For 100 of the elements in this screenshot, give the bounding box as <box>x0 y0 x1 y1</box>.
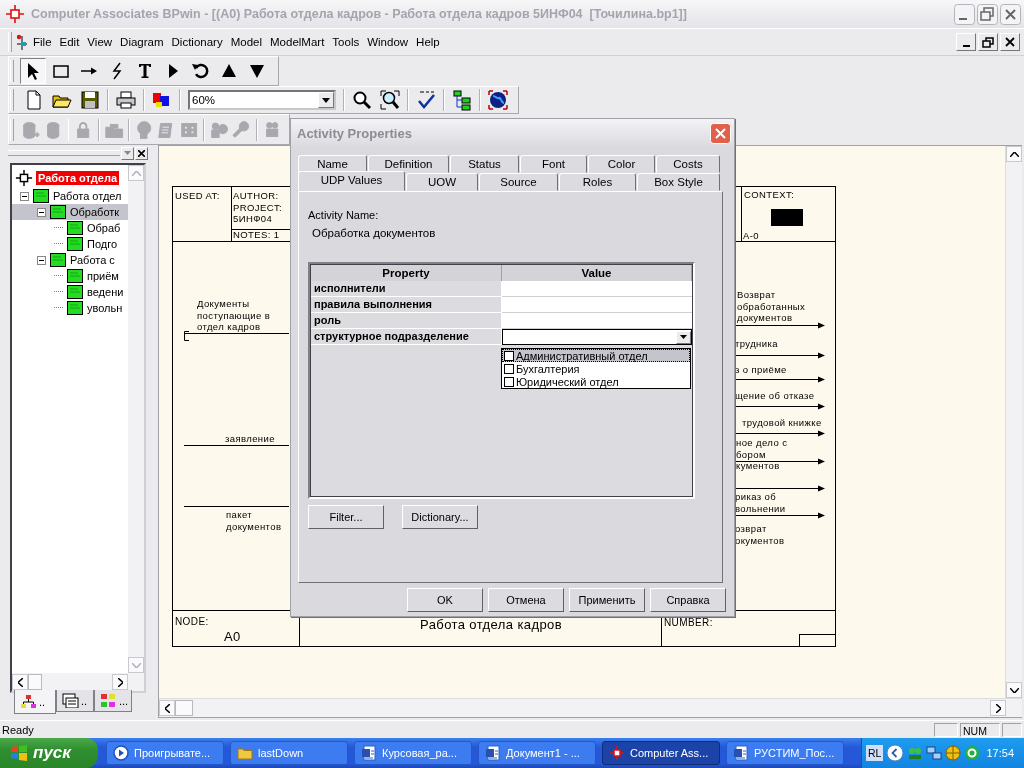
horizontal-scrollbar[interactable] <box>159 698 1022 717</box>
collapse-icon[interactable] <box>20 191 29 201</box>
scroll-thumb[interactable] <box>28 674 42 690</box>
arrow-label: пакет <box>226 509 252 520</box>
window-title: Computer Associates BPwin - [(A0) Работа отдела кадров - Работа отдела кадров 5ИНФ04 [Точилина.bp1]] <box>31 7 688 21</box>
menu-item[interactable]: Dictionary <box>167 34 227 50</box>
arrow-label: вольнении <box>735 502 786 514</box>
dropdown-option[interactable]: Юридический отдел <box>502 375 690 388</box>
zoom-combo[interactable]: 60% <box>188 90 336 110</box>
tab[interactable]: Box Style <box>637 173 720 191</box>
dialog-button[interactable]: Filter... <box>308 505 384 529</box>
restore-icon <box>982 36 994 48</box>
value-field[interactable] <box>502 313 692 329</box>
activity-box-icon <box>67 221 83 235</box>
printer-icon[interactable] <box>114 88 138 112</box>
taskbar-button[interactable]: Документ1 - ... <box>478 741 596 765</box>
tab[interactable]: UDP Values <box>298 171 405 191</box>
tree-item[interactable]: увольн <box>12 300 128 316</box>
app-menu-icon[interactable] <box>15 33 29 51</box>
tree-view-icon[interactable] <box>450 88 474 112</box>
dropdown-arrow-icon[interactable] <box>322 97 330 103</box>
menu-item[interactable]: Tools <box>328 34 364 50</box>
field-label: Activity Name: <box>308 209 380 221</box>
tab[interactable]: Roles <box>559 173 636 191</box>
menu-item[interactable]: Help <box>412 34 444 50</box>
dialog-button[interactable]: Справка <box>650 588 726 612</box>
taskbar-button[interactable]: Проигрывате... <box>106 741 224 765</box>
checkbox[interactable] <box>504 376 514 387</box>
tree-item[interactable]: Работа отдел <box>12 188 128 204</box>
start-button[interactable]: пуск <box>0 738 98 768</box>
status-pane <box>934 722 958 737</box>
vertical-scrollbar[interactable] <box>1005 146 1022 698</box>
dropdown-option[interactable]: Административный отдел <box>502 349 690 362</box>
scroll-thumb[interactable] <box>175 700 193 716</box>
dialog-button[interactable]: Отмена <box>488 588 564 612</box>
horizontal-scrollbar[interactable] <box>12 673 144 691</box>
tree-item[interactable]: Обраб <box>12 220 128 236</box>
menu-item[interactable]: View <box>83 34 117 50</box>
globe-icon[interactable] <box>486 88 510 112</box>
panel-tab[interactable]: .. <box>14 690 56 714</box>
taskbar-button[interactable]: Курсовая_ра... <box>354 741 472 765</box>
scroll-down-icon <box>1009 687 1019 693</box>
scroll-left-icon <box>17 677 23 687</box>
collapse-icon[interactable] <box>37 207 46 217</box>
tree-item[interactable]: Работа с <box>12 252 128 268</box>
scroll-down-icon <box>131 662 141 668</box>
network-icon[interactable] <box>926 745 943 761</box>
diagram-root-icon <box>15 169 33 187</box>
tree-item[interactable]: приём <box>12 268 128 284</box>
activity-box-icon <box>67 285 83 299</box>
property-cell: структурное подразделение <box>311 329 502 345</box>
dropdown-arrow-icon[interactable] <box>680 335 687 339</box>
menu-item[interactable]: Edit <box>55 34 84 50</box>
taskbar-button[interactable]: lastDown <box>230 741 348 765</box>
dropdown-option[interactable]: Бухгалтерия <box>502 362 690 375</box>
value-field[interactable] <box>502 281 692 297</box>
menu-item[interactable]: Model <box>226 34 266 50</box>
tab[interactable]: Costs <box>656 155 720 173</box>
menu-item[interactable]: File <box>29 34 56 50</box>
dropdown-button[interactable] <box>121 146 134 160</box>
property-cell: исполнители <box>311 281 502 297</box>
dialog-button[interactable]: Применить <box>569 588 645 612</box>
language-indicator[interactable]: RL <box>866 745 884 761</box>
context-box <box>771 209 803 226</box>
tab[interactable]: Definition <box>368 155 449 173</box>
checkbox[interactable] <box>504 363 514 374</box>
scroll-up-icon <box>131 170 141 176</box>
value-dropdown[interactable] <box>502 329 692 345</box>
checkbox[interactable] <box>504 350 514 361</box>
vertical-scrollbar[interactable] <box>128 165 144 673</box>
menu-item[interactable]: Diagram <box>116 34 168 50</box>
activity-name: Обработка документов <box>312 227 437 239</box>
tab[interactable]: Font <box>520 155 587 173</box>
chevron-icon[interactable] <box>886 744 905 762</box>
arrow-label: щение об отказе <box>735 390 815 401</box>
collapse-icon[interactable] <box>37 255 46 265</box>
taskbar-button[interactable]: РУСТИМ_Пос... <box>726 741 844 765</box>
tab[interactable]: Status <box>450 155 519 173</box>
scroll-right-icon <box>117 677 123 687</box>
dialog-button[interactable]: OK <box>407 588 483 612</box>
panel-tab[interactable]: .. <box>56 690 94 712</box>
taskbar-button[interactable]: Computer Ass... <box>602 741 720 765</box>
context-label: CONTEXT: <box>744 189 795 200</box>
tree-item[interactable]: ведени <box>12 284 128 300</box>
tab[interactable]: UOW <box>406 173 478 191</box>
tab[interactable]: Source <box>479 173 558 191</box>
tab[interactable]: Color <box>588 155 655 173</box>
panel-tab[interactable]: ... <box>94 690 132 712</box>
ring-icon[interactable] <box>964 745 981 761</box>
dialog-button[interactable]: Dictionary... <box>402 505 478 529</box>
scroll-left-icon <box>164 703 170 713</box>
tool-button[interactable] <box>20 58 46 84</box>
menu-item[interactable]: Window <box>363 34 413 50</box>
dropdown-arrow-icon <box>124 151 131 155</box>
tree-item[interactable]: Обработк <box>12 204 128 220</box>
zoom-fit-icon[interactable] <box>378 88 402 112</box>
tree-item[interactable]: Подго <box>12 236 128 252</box>
value-field[interactable] <box>502 297 692 313</box>
menu-item[interactable]: ModelMart <box>266 34 329 50</box>
node-label: NODE: <box>175 616 209 627</box>
